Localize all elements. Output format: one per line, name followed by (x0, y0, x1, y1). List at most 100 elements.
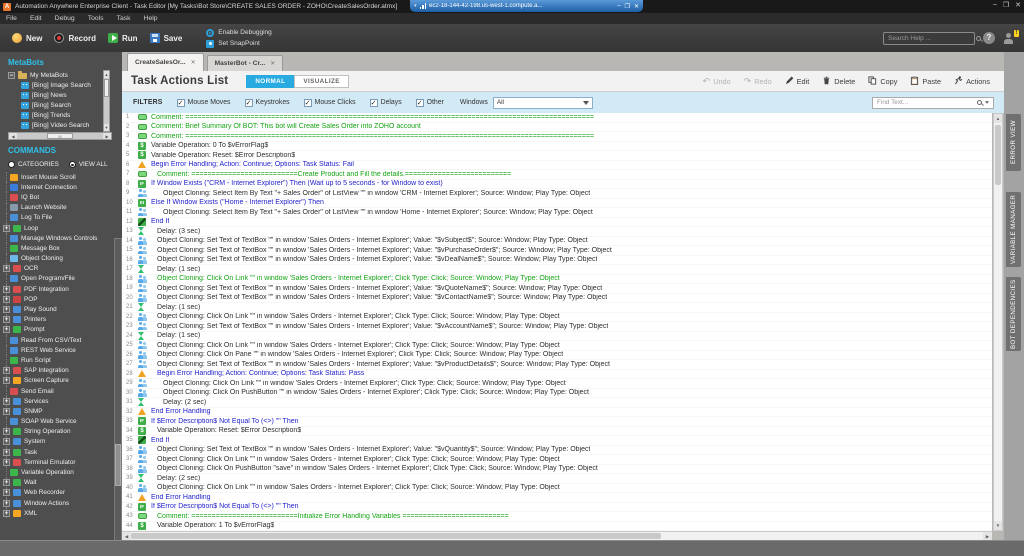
filter-checkbox-delays[interactable]: Delays (370, 99, 402, 107)
close-icon[interactable] (1015, 1, 1021, 9)
windows-select[interactable]: All (493, 97, 593, 109)
search-help-input[interactable] (888, 35, 976, 42)
expand-icon[interactable]: + (3, 377, 10, 384)
scroll-up-icon[interactable]: ▲ (994, 114, 1002, 123)
chevron-down-icon[interactable]: ▾ (414, 3, 417, 9)
task-action-row[interactable]: 30Object Cloning: Click On PushButton ""… (122, 389, 992, 399)
metabot-item[interactable]: [Bing] Search (8, 100, 112, 110)
task-action-row[interactable]: 34Variable Operation: Reset: $Error Desc… (122, 427, 992, 437)
expand-icon[interactable]: + (3, 326, 10, 333)
command-item[interactable]: +Window Actions (6, 498, 112, 508)
radio-view-all[interactable]: VIEW ALL (69, 161, 108, 168)
visualize-mode-button[interactable]: VISUALIZE (294, 75, 349, 88)
expand-icon[interactable]: + (3, 398, 10, 405)
command-item[interactable]: +Screen Capture (6, 376, 112, 386)
delete-button[interactable]: Delete (822, 76, 855, 87)
command-item[interactable]: Variable Operation (6, 467, 112, 477)
command-item[interactable]: +OCR (6, 264, 112, 274)
task-action-row[interactable]: 44Variable Operation: 1 To $vErrorFlag$ (122, 522, 992, 532)
task-action-row[interactable]: 40Object Cloning: Click On Link "" in wi… (122, 484, 992, 494)
menu-help[interactable]: Help (144, 15, 158, 22)
expand-icon[interactable]: + (3, 438, 10, 445)
side-tab-error-view[interactable]: ERROR VIEW (1006, 114, 1021, 171)
menu-edit[interactable]: Edit (30, 15, 42, 22)
scroll-right-icon[interactable]: ▶ (983, 532, 992, 540)
expand-icon[interactable]: + (3, 265, 10, 272)
filter-checkbox-other[interactable]: Other (416, 99, 444, 107)
command-item[interactable]: +XML (6, 508, 112, 518)
normal-mode-button[interactable]: NORMAL (246, 75, 294, 88)
expand-icon[interactable]: + (3, 367, 10, 374)
task-action-row[interactable]: 8If Window Exists ("CRM - Internet Explo… (122, 180, 992, 190)
rdp-close-icon[interactable] (634, 3, 639, 10)
user-icon[interactable] (1003, 33, 1014, 44)
side-tab-bot-dependencies[interactable]: BOT DEPENDENCIES (1006, 277, 1021, 351)
command-item[interactable]: Run Script (6, 355, 112, 365)
task-action-row[interactable]: 21Delay: (1 sec) (122, 303, 992, 313)
task-action-row[interactable]: 41End Error Handling (122, 493, 992, 503)
metabot-item[interactable]: [Bing] News (8, 90, 112, 100)
save-button[interactable]: Save (150, 33, 183, 43)
scroll-down-icon[interactable]: ▼ (104, 124, 109, 131)
copy-button[interactable]: Copy (868, 76, 897, 87)
metabots-hscrollbar[interactable]: ◀ III ▶ (8, 132, 112, 140)
task-action-row[interactable]: 33If $Error Description$ Not Equal To (<… (122, 417, 992, 427)
metabot-item[interactable]: [Bing] Image Search (8, 80, 112, 90)
expand-icon[interactable]: + (3, 428, 10, 435)
command-item[interactable]: +Terminal Emulator (6, 457, 112, 467)
close-icon[interactable]: ✕ (191, 59, 196, 66)
task-action-row[interactable]: 32End Error Handling (122, 408, 992, 418)
task-action-row[interactable]: 11Object Cloning: Select Item By Text "+… (122, 208, 992, 218)
task-action-row[interactable]: 25Object Cloning: Click On Link "" in wi… (122, 341, 992, 351)
filter-checkbox-keystrokes[interactable]: Keystrokes (245, 99, 290, 107)
run-button[interactable]: Run (108, 33, 138, 43)
filter-checkbox-mouse-moves[interactable]: Mouse Moves (177, 99, 231, 107)
menu-debug[interactable]: Debug (55, 15, 75, 22)
expand-icon[interactable]: + (3, 225, 10, 232)
command-item[interactable]: Object Cloning (6, 254, 112, 264)
metabot-item[interactable]: [Bing] Trends (8, 110, 112, 120)
command-item[interactable]: IQ Bot (6, 192, 112, 202)
task-action-row[interactable]: 43Comment: ==========================Ini… (122, 512, 992, 522)
command-item[interactable]: +SAP Integration (6, 366, 112, 376)
task-action-row[interactable]: 27Object Cloning: Set Text of TextBox ""… (122, 360, 992, 370)
set-snappoint-toggle[interactable]: Set SnapPoint (206, 40, 272, 48)
task-action-row[interactable]: 18Object Cloning: Click On Link "" in wi… (122, 275, 992, 285)
task-action-row[interactable]: 39Delay: (2 sec) (122, 474, 992, 484)
menu-tools[interactable]: Tools (88, 15, 104, 22)
rdp-restore-icon[interactable] (625, 3, 630, 10)
scroll-left-icon[interactable]: ◀ (9, 133, 17, 139)
task-action-row[interactable]: 10Else If Window Exists ("Home - Interne… (122, 199, 992, 209)
task-action-row[interactable]: 3Comment: ==============================… (122, 132, 992, 142)
commands-vscrollbar[interactable] (114, 238, 122, 540)
command-item[interactable]: Manage Windows Controls (6, 233, 112, 243)
expand-icon[interactable]: + (3, 306, 10, 313)
scroll-left-icon[interactable]: ◀ (122, 532, 131, 540)
command-item[interactable]: +Prompt (6, 325, 112, 335)
command-item[interactable]: +Play Sound (6, 304, 112, 314)
command-item[interactable]: +Loop (6, 223, 112, 233)
rdp-minimize-icon[interactable] (617, 3, 620, 10)
task-action-row[interactable]: 15Object Cloning: Set Text of TextBox ""… (122, 246, 992, 256)
task-action-row[interactable]: 6Begin Error Handling; Action: Continue;… (122, 161, 992, 171)
metabots-vscrollbar[interactable]: ▲ ▼ (103, 70, 110, 132)
metabot-item[interactable]: [Bing] Video Search (8, 120, 112, 130)
expand-icon[interactable]: + (3, 479, 10, 486)
expand-icon[interactable]: + (3, 449, 10, 456)
command-item[interactable]: +Task (6, 447, 112, 457)
task-action-row[interactable]: 42If $Error Description$ Not Equal To (<… (122, 503, 992, 513)
minimize-icon[interactable] (993, 1, 997, 9)
task-action-row[interactable]: 17Delay: (1 sec) (122, 265, 992, 275)
task-action-row[interactable]: 29Object Cloning: Click On Link "" in wi… (122, 379, 992, 389)
task-action-row[interactable]: 5Variable Operation: Reset: $Error Descr… (122, 151, 992, 161)
command-item[interactable]: Insert Mouse Scroll (6, 172, 112, 182)
new-button[interactable]: New (12, 33, 42, 43)
task-action-row[interactable]: 13Delay: (3 sec) (122, 227, 992, 237)
scroll-right-icon[interactable]: ▶ (103, 133, 111, 139)
command-item[interactable]: +System (6, 437, 112, 447)
command-item[interactable]: +Wait (6, 478, 112, 488)
expand-icon[interactable]: + (3, 500, 10, 507)
command-item[interactable]: Open Program/File (6, 274, 112, 284)
scroll-down-icon[interactable]: ▼ (994, 521, 1002, 530)
task-action-row[interactable]: 24Delay: (1 sec) (122, 332, 992, 342)
